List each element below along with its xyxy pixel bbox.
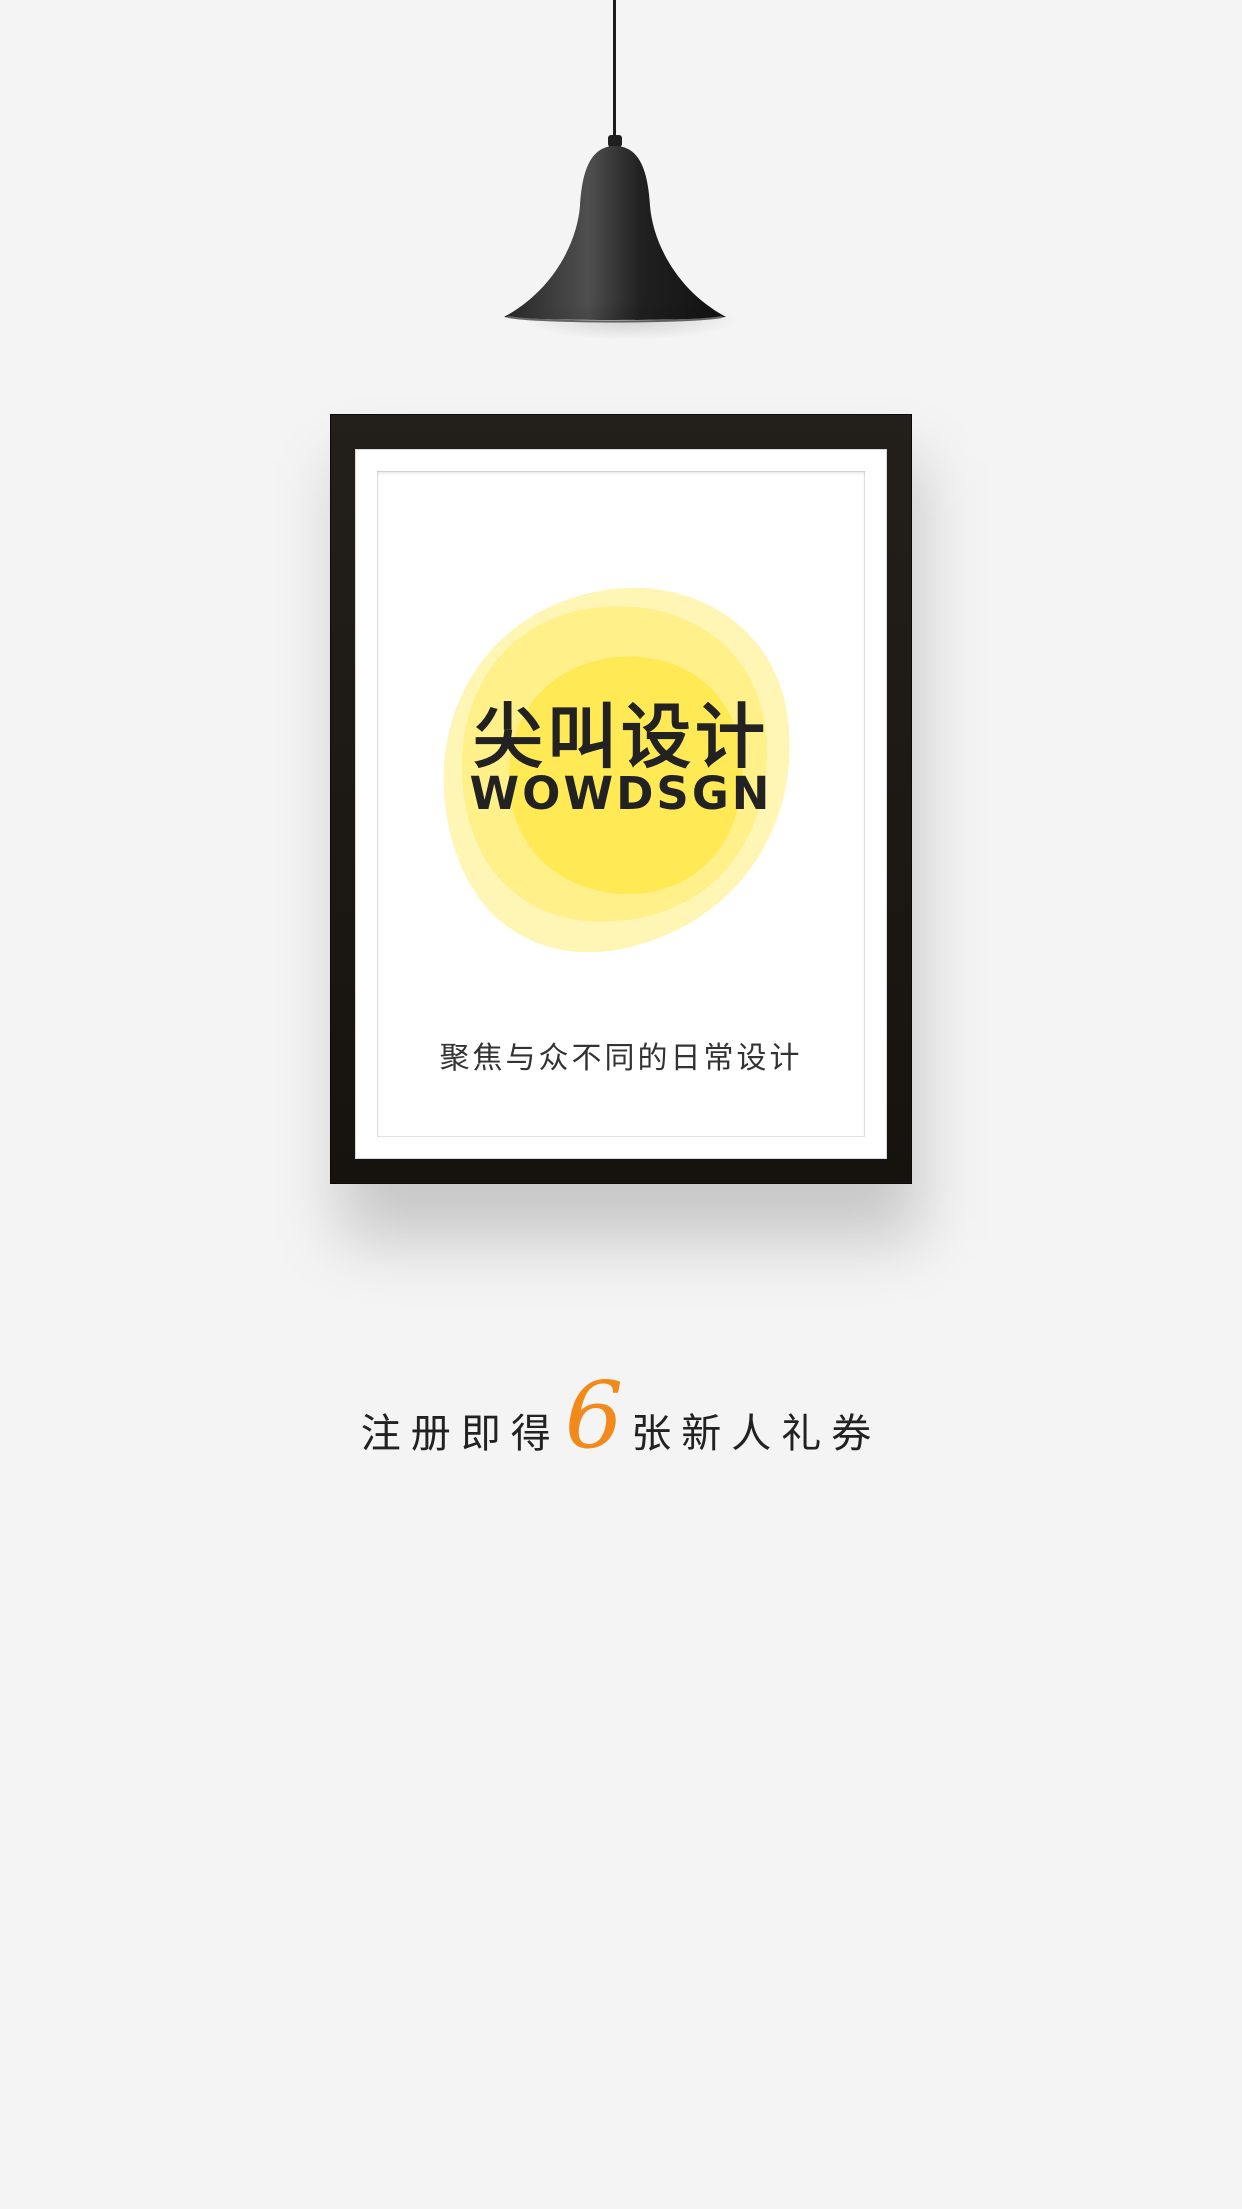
poster-mat: 尖叫设计 WOWDSGN 聚焦与众不同的日常设计 [355,449,887,1159]
lamp-shadow [520,300,740,340]
promo-banner: 注册即得6 张新人礼券 [0,1362,1242,1469]
coupon-count: 6 [564,1362,624,1469]
promo-suffix: 张新人礼券 [631,1411,882,1457]
brand-slogan: 聚焦与众不同的日常设计 [439,1041,803,1076]
lamp-decoration [0,0,1242,340]
splash-screen: 尖叫设计 WOWDSGN 聚焦与众不同的日常设计 注册即得6 张新人礼券 [0,0,1242,2209]
promo-prefix: 注册即得 [360,1411,561,1457]
poster-content: 尖叫设计 WOWDSGN 聚焦与众不同的日常设计 [377,471,865,1137]
poster-frame: 尖叫设计 WOWDSGN 聚焦与众不同的日常设计 [330,414,912,1184]
brand-name-english: WOWDSGN [469,767,773,820]
lamp-cord [613,0,616,136]
